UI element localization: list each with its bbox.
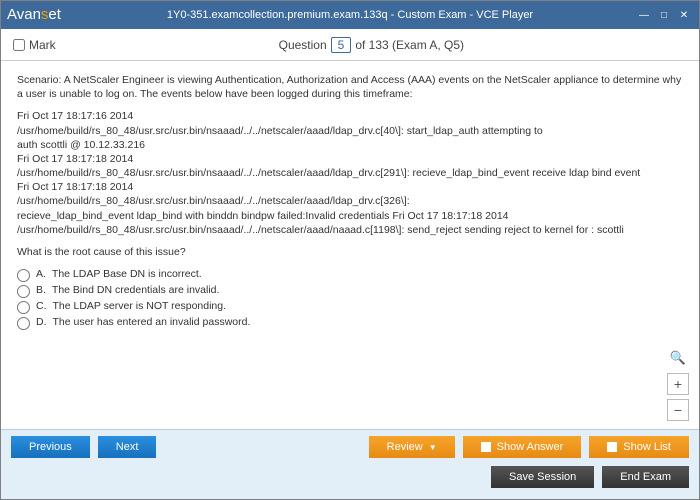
option-b[interactable]: B.The Bind DN credentials are invalid. <box>17 283 683 298</box>
question-label: Question <box>279 38 327 52</box>
question-text: What is the root cause of this issue? <box>17 245 683 259</box>
mark-input[interactable] <box>13 39 25 51</box>
footer-bar: Previous Next Review▼ Show Answer Show L… <box>1 429 699 499</box>
option-c-radio[interactable] <box>17 301 30 314</box>
mark-label: Mark <box>29 38 56 52</box>
previous-button[interactable]: Previous <box>11 436 90 458</box>
checkbox-icon <box>481 442 491 452</box>
scenario-text: Scenario: A NetScaler Engineer is viewin… <box>17 73 683 101</box>
show-list-button[interactable]: Show List <box>589 436 689 458</box>
option-b-radio[interactable] <box>17 285 30 298</box>
question-header: Mark Question 5 of 133 (Exam A, Q5) <box>1 29 699 61</box>
log-text: Fri Oct 17 18:17:16 2014 /usr/home/build… <box>17 109 683 237</box>
option-d[interactable]: D.The user has entered an invalid passwo… <box>17 315 683 330</box>
option-a-radio[interactable] <box>17 269 30 282</box>
mark-checkbox[interactable]: Mark <box>13 38 56 52</box>
option-c[interactable]: C.The LDAP server is NOT responding. <box>17 299 683 314</box>
question-number: 5 <box>331 37 352 53</box>
option-d-radio[interactable] <box>17 317 30 330</box>
zoom-in-button[interactable]: + <box>667 373 689 395</box>
title-bar: Avanset 1Y0-351.examcollection.premium.e… <box>1 1 699 29</box>
magnifier-icon[interactable]: 🔍 <box>667 347 689 369</box>
question-body: Scenario: A NetScaler Engineer is viewin… <box>1 61 699 429</box>
next-button[interactable]: Next <box>98 436 157 458</box>
options-list: A.The LDAP Base DN is incorrect. B.The B… <box>17 267 683 330</box>
zoom-out-button[interactable]: − <box>667 399 689 421</box>
option-a[interactable]: A.The LDAP Base DN is incorrect. <box>17 267 683 282</box>
window-controls: — □ ✕ <box>635 8 693 22</box>
zoom-controls: 🔍 + − <box>667 347 689 421</box>
review-button[interactable]: Review▼ <box>369 436 455 458</box>
maximize-icon[interactable]: □ <box>655 8 673 22</box>
checkbox-icon <box>607 442 617 452</box>
save-session-button[interactable]: Save Session <box>491 466 594 488</box>
question-total: of 133 (Exam A, Q5) <box>355 38 464 52</box>
logo: Avanset <box>7 6 61 24</box>
window-title: 1Y0-351.examcollection.premium.exam.133q… <box>167 9 533 21</box>
minimize-icon[interactable]: — <box>635 8 653 22</box>
close-icon[interactable]: ✕ <box>675 8 693 22</box>
show-answer-button[interactable]: Show Answer <box>463 436 582 458</box>
end-exam-button[interactable]: End Exam <box>602 466 689 488</box>
question-counter: Question 5 of 133 (Exam A, Q5) <box>279 37 464 53</box>
